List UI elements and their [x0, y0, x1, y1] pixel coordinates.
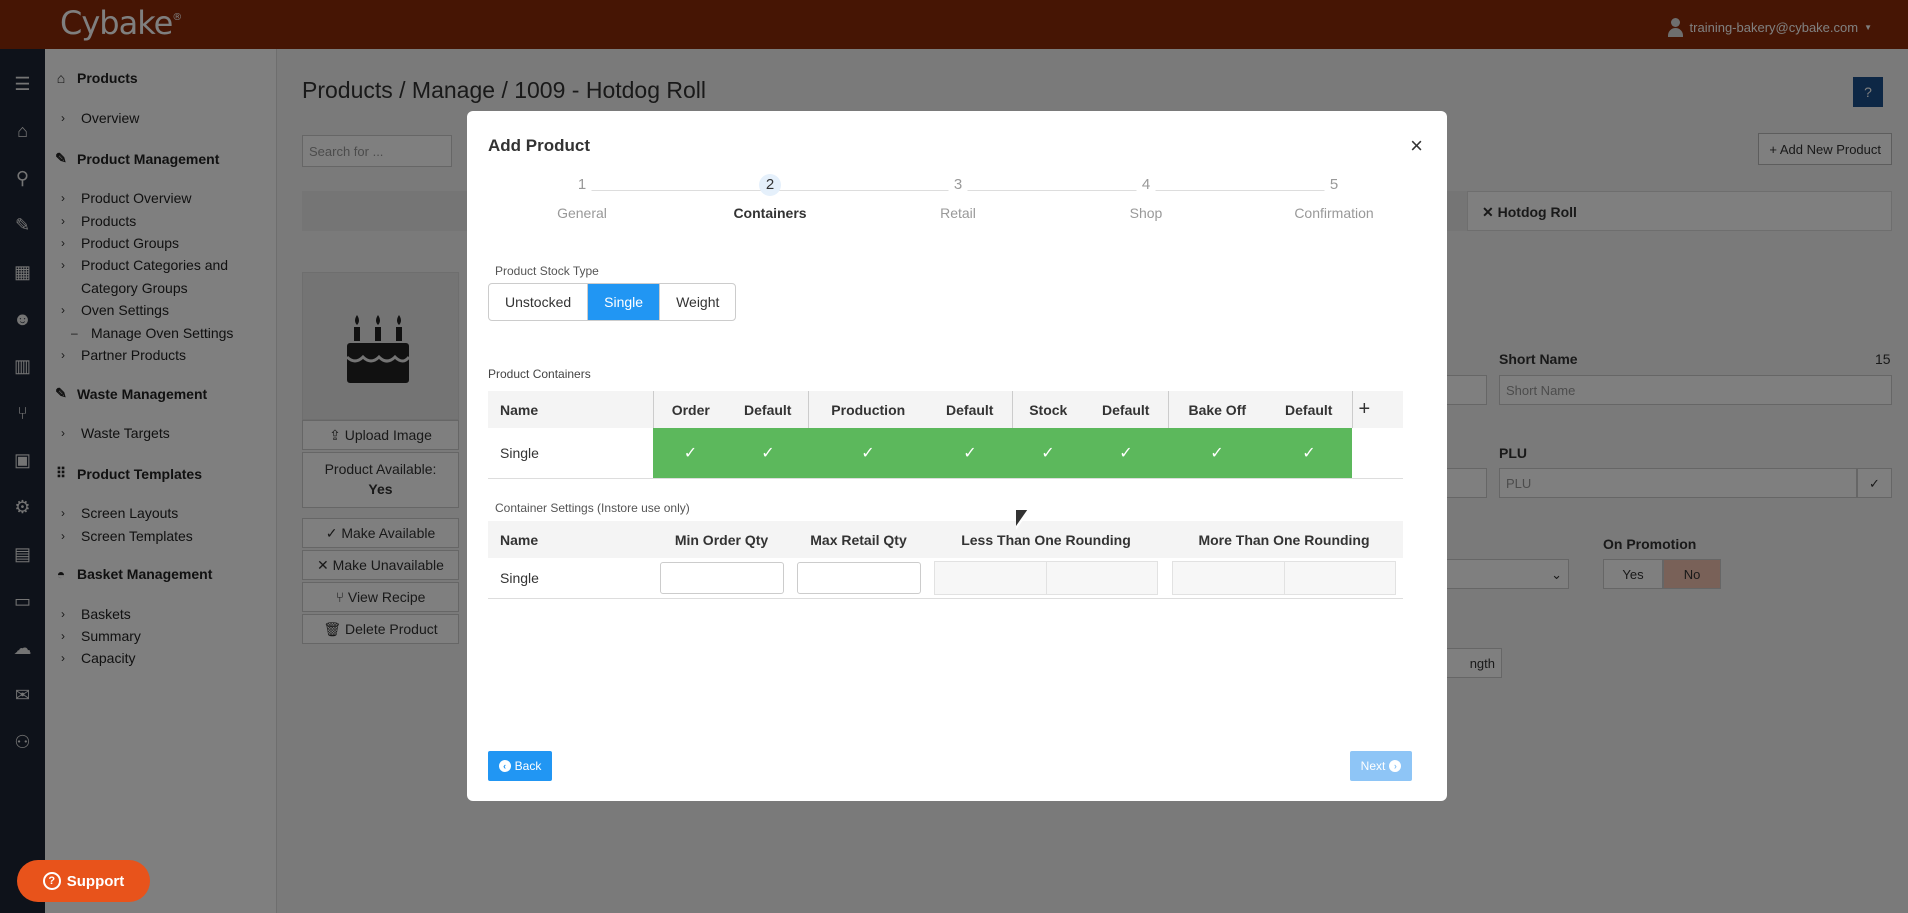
check-icon[interactable]: ✓	[1084, 428, 1168, 479]
step-label: Shop	[1129, 205, 1163, 221]
stock-type-single[interactable]: Single	[588, 284, 661, 320]
support-button[interactable]: ? Support	[17, 860, 150, 902]
max-retail-qty-input[interactable]	[796, 561, 921, 594]
table-header: Name Min Order Qty Max Retail Qty Less T…	[488, 521, 1403, 558]
table-header: Name Order Default Production Default St…	[488, 391, 1403, 428]
less-than-one-rounding-field[interactable]	[934, 560, 1158, 595]
col-name: Name	[488, 391, 653, 428]
step-label: Retail	[940, 205, 976, 221]
step-number: 4	[1135, 174, 1157, 196]
stock-type-unstocked[interactable]: Unstocked	[489, 284, 589, 320]
min-order-qty-input[interactable]	[659, 561, 784, 594]
col-default: Default	[928, 391, 1012, 428]
next-label: Next	[1360, 759, 1386, 773]
step-label: Confirmation	[1294, 205, 1374, 221]
add-product-modal: Add Product × 1 General 2 Containers 3 Reta…	[467, 111, 1447, 801]
col-name: Name	[488, 521, 653, 558]
back-label: Back	[514, 759, 542, 773]
next-button[interactable]: Next ›	[1350, 751, 1412, 781]
container-settings-label: Container Settings (Instore use only)	[495, 501, 690, 515]
step-number: 5	[1323, 174, 1345, 196]
step-general[interactable]: 1 General	[488, 174, 676, 221]
empty-cell	[1352, 428, 1403, 479]
col-less-than-one-rounding: Less Than One Rounding	[927, 521, 1165, 558]
mouse-cursor	[1016, 510, 1030, 530]
table-row: Single ✓ ✓ ✓ ✓ ✓ ✓ ✓ ✓	[488, 428, 1403, 479]
chevron-right-circle-icon: ›	[1389, 760, 1402, 772]
check-icon[interactable]: ✓	[1266, 428, 1352, 479]
check-icon[interactable]: ✓	[728, 428, 808, 479]
add-container-button[interactable]: +	[1351, 391, 1403, 428]
col-default: Default	[1266, 391, 1352, 428]
col-max-retail-qty: Max Retail Qty	[790, 521, 927, 558]
product-containers-label: Product Containers	[488, 367, 591, 381]
stock-type-toggle: Unstocked Single Weight	[488, 283, 737, 321]
more-than-one-rounding-field[interactable]	[1172, 560, 1396, 595]
chevron-left-circle-icon: ‹	[498, 760, 511, 772]
col-bake-off: Bake Off	[1167, 391, 1266, 428]
step-label: General	[557, 205, 607, 221]
col-production: Production	[807, 391, 928, 428]
container-settings-table: Name Min Order Qty Max Retail Qty Less T…	[488, 521, 1403, 599]
check-icon[interactable]: ✓	[1168, 428, 1266, 479]
modal-title: Add Product	[488, 136, 590, 155]
table-row: Single	[488, 558, 1403, 599]
close-icon[interactable]: ×	[1410, 133, 1423, 159]
step-shop[interactable]: 4 Shop	[1052, 174, 1240, 221]
check-icon[interactable]: ✓	[1012, 428, 1084, 479]
step-number: 3	[947, 174, 969, 196]
col-min-order-qty: Min Order Qty	[653, 521, 790, 558]
col-default: Default	[728, 391, 808, 428]
wizard-steps: 1 General 2 Containers 3 Retail 4 Shop 5 Conf…	[488, 174, 1428, 224]
col-default: Default	[1084, 391, 1168, 428]
step-number: 2	[759, 174, 781, 196]
stock-type-weight[interactable]: Weight	[660, 284, 735, 320]
col-stock: Stock	[1011, 391, 1084, 428]
col-more-than-one-rounding: More Than One Rounding	[1165, 521, 1403, 558]
step-containers[interactable]: 2 Containers	[676, 174, 864, 221]
check-icon[interactable]: ✓	[928, 428, 1012, 479]
row-name: Single	[488, 558, 653, 599]
step-label: Containers	[733, 205, 807, 221]
row-name: Single	[488, 428, 653, 479]
step-retail[interactable]: 3 Retail	[864, 174, 1052, 221]
question-icon: ?	[42, 872, 61, 890]
stock-type-label: Product Stock Type	[495, 264, 599, 278]
col-order: Order	[652, 391, 728, 428]
support-label: Support	[66, 872, 125, 890]
step-number: 1	[571, 174, 593, 196]
product-containers-table: Name Order Default Production Default St…	[488, 391, 1403, 479]
step-confirmation[interactable]: 5 Confirmation	[1240, 174, 1428, 221]
check-icon[interactable]: ✓	[653, 428, 728, 479]
back-button[interactable]: ‹ Back	[488, 751, 552, 781]
check-icon[interactable]: ✓	[808, 428, 928, 479]
